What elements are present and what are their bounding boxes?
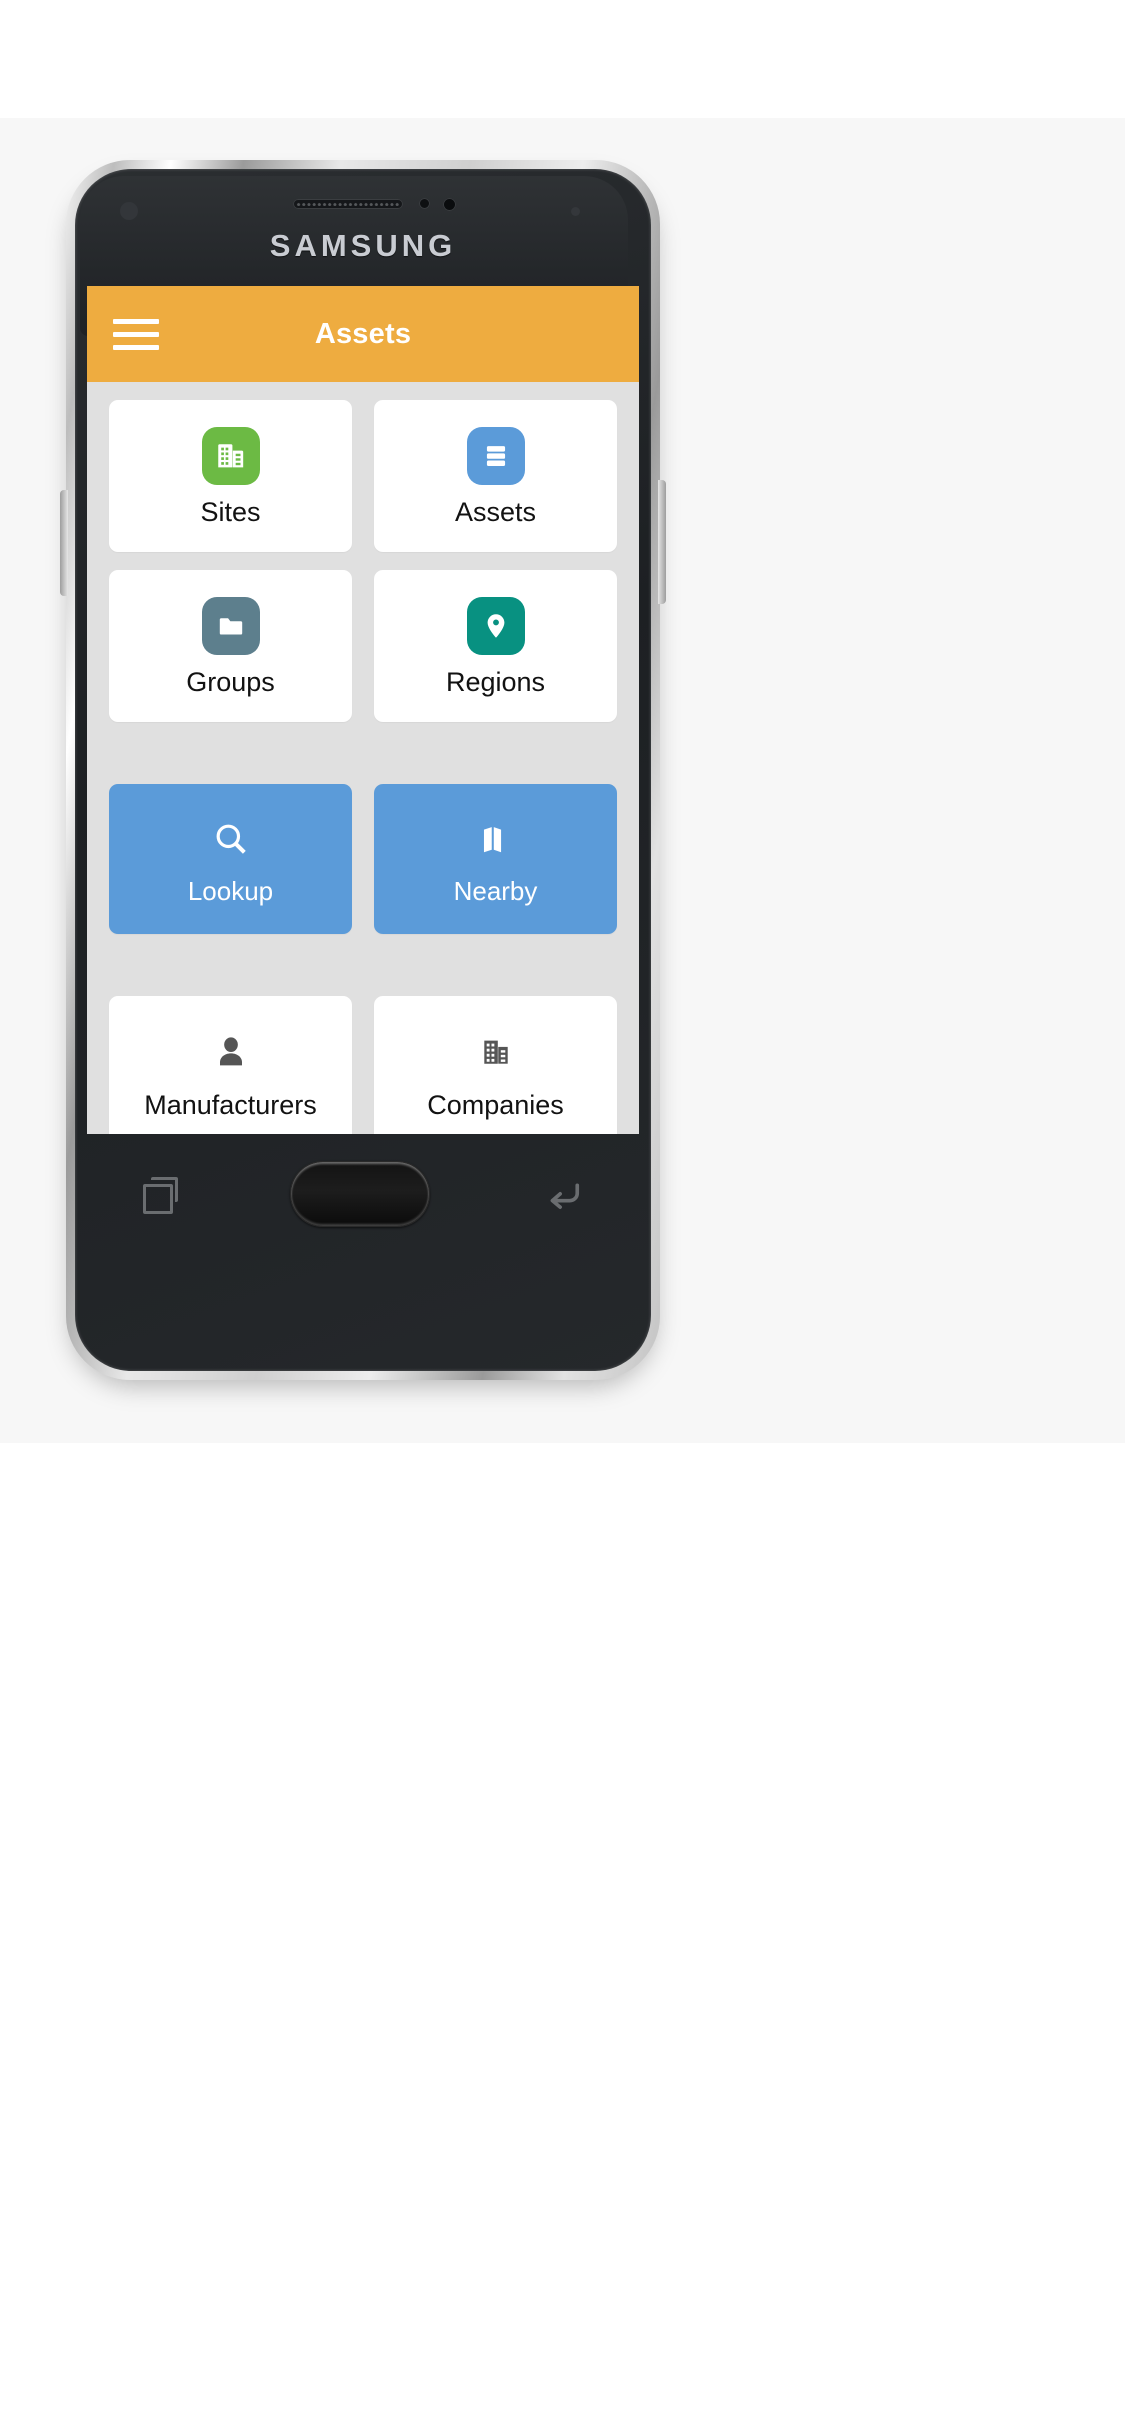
- hardware-nav-bar: [87, 1134, 639, 1254]
- tile-label: Regions: [445, 666, 546, 697]
- power-button[interactable]: [658, 480, 666, 604]
- tile-grid: Sites Assets Groups Regions Lookup Nearb…: [87, 382, 639, 1134]
- page-title: Assets: [314, 317, 412, 350]
- earpiece-speaker-grille: [293, 199, 403, 209]
- samsung-wordmark: SAMSUNG: [269, 228, 457, 263]
- tile-row: Groups Regions: [87, 570, 639, 722]
- phone-device: SAMSUNG Assets Sites Assets Groups Regio…: [60, 160, 666, 1380]
- tile-companies[interactable]: Companies: [374, 996, 617, 1134]
- tile-label: Companies: [427, 1089, 564, 1120]
- person-icon: [205, 1026, 257, 1078]
- hamburger-bar: [113, 331, 159, 337]
- list-lines-icon: [466, 426, 525, 485]
- phone-screen: Assets Sites Assets Groups Regions Looku…: [87, 286, 639, 1134]
- button-nearby[interactable]: Nearby: [374, 784, 617, 934]
- front-camera-icon: [120, 202, 138, 220]
- hamburger-menu-icon[interactable]: [113, 316, 159, 352]
- hamburger-bar: [113, 318, 159, 324]
- tile-manufacturers[interactable]: Manufacturers: [109, 996, 352, 1134]
- tile-groups[interactable]: Groups: [109, 570, 352, 722]
- light-sensor-icon: [443, 198, 456, 211]
- map-icon: [471, 814, 521, 864]
- led-indicator-icon: [571, 207, 580, 216]
- recents-square-front: [143, 1184, 174, 1214]
- back-arrow-icon[interactable]: [543, 1177, 583, 1211]
- tile-row: Manufacturers Companies: [87, 996, 639, 1134]
- tile-label: Sites: [200, 496, 261, 527]
- tile-sites[interactable]: Sites: [109, 400, 352, 552]
- location-pin-icon: [466, 596, 525, 655]
- recents-icon[interactable]: [143, 1177, 179, 1214]
- tile-row: Sites Assets: [87, 400, 639, 552]
- building-icon: [201, 426, 260, 485]
- button-label: Nearby: [453, 876, 538, 906]
- proximity-sensor-icon: [419, 198, 430, 209]
- app-content: Sites Assets Groups Regions Lookup Nearb…: [87, 382, 639, 1134]
- tile-label: Assets: [454, 496, 537, 527]
- app-bar: Assets: [87, 286, 639, 382]
- action-row: Lookup Nearby: [87, 784, 639, 934]
- tile-label: Groups: [186, 666, 275, 697]
- button-label: Lookup: [187, 876, 274, 906]
- screenshot-root: SAMSUNG Assets Sites Assets Groups Regio…: [0, 0, 1125, 2436]
- folder-icon: [201, 596, 260, 655]
- volume-button[interactable]: [60, 490, 68, 596]
- office-building-icon: [470, 1026, 522, 1078]
- tile-label: Manufacturers: [144, 1089, 317, 1120]
- search-icon: [206, 814, 256, 864]
- tile-assets[interactable]: Assets: [374, 400, 617, 552]
- hamburger-bar: [113, 344, 159, 350]
- tile-regions[interactable]: Regions: [374, 570, 617, 722]
- home-button[interactable]: [289, 1161, 430, 1227]
- button-lookup[interactable]: Lookup: [109, 784, 352, 934]
